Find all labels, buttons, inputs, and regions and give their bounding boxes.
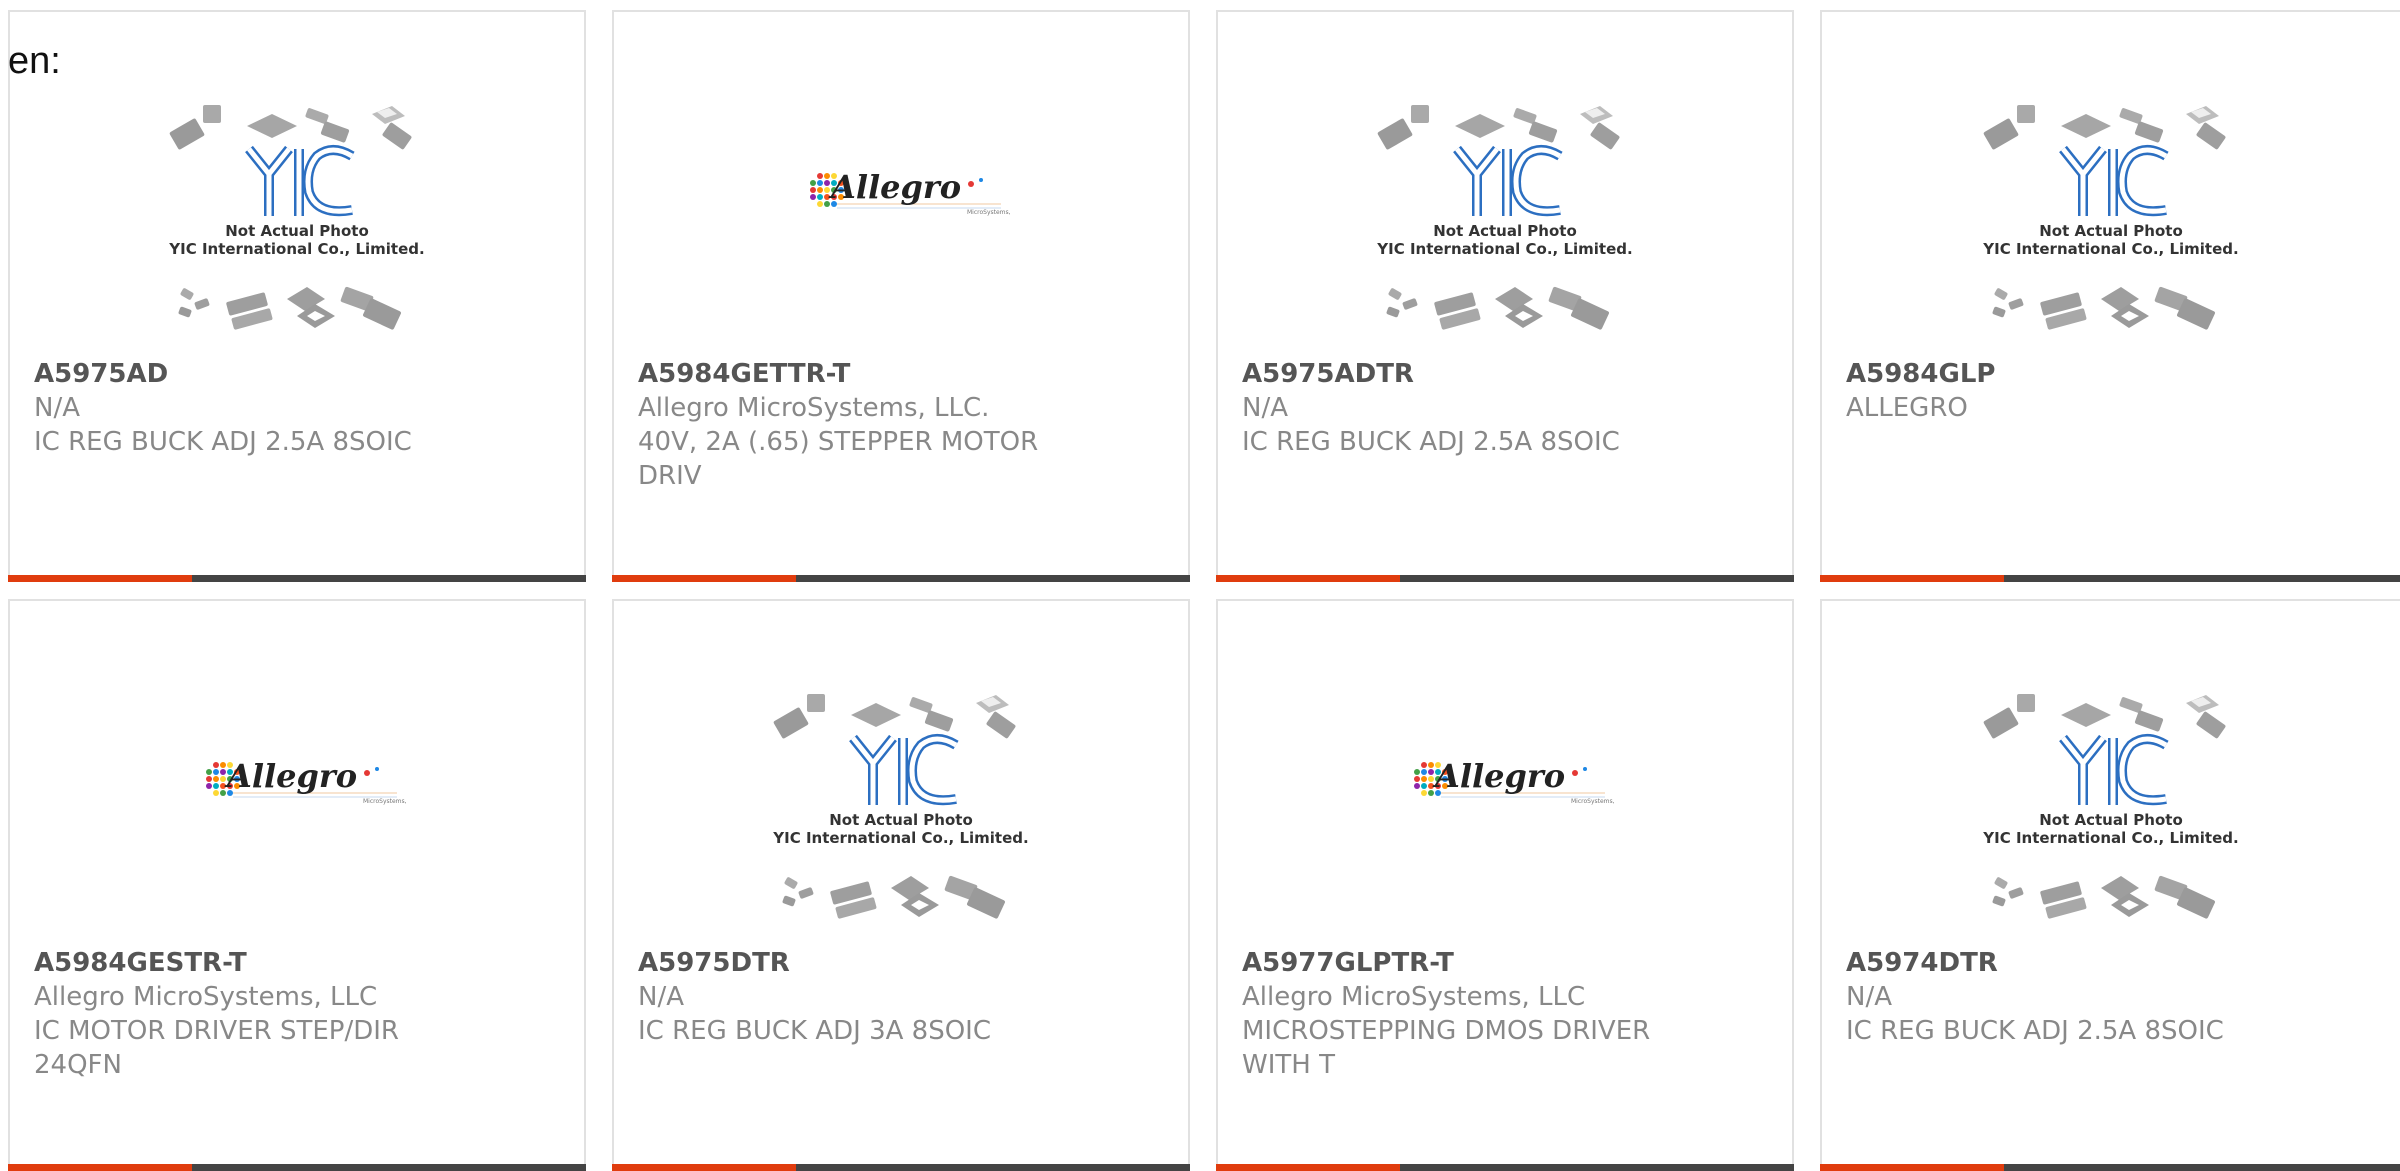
product-card[interactable]: Allegro MicroSystems, LLC A5977GLPTR-T Al… — [1216, 599, 1794, 1171]
ic-package-icons — [169, 105, 412, 150]
part-number-link[interactable]: A5975AD — [34, 357, 454, 391]
language-label: en: — [8, 40, 61, 82]
part-number-link[interactable]: A5975ADTR — [1242, 357, 1662, 391]
product-image[interactable]: Allegro MicroSystems, LLC — [10, 681, 584, 941]
yic-logo-icon — [2059, 145, 2169, 217]
ic-package-icons — [1992, 286, 2215, 330]
manufacturer-text: ALLEGRO — [1846, 393, 1968, 423]
card-accent-bar — [1216, 575, 1400, 582]
card-bottom-bar — [8, 1164, 586, 1171]
svg-text:MicroSystems, LLC: MicroSystems, LLC — [363, 798, 407, 805]
product-image[interactable]: Not Actual Photo YIC International Co., L… — [1218, 92, 1792, 352]
card-accent-bar — [1820, 1164, 2004, 1171]
yic-logo-icon — [1453, 145, 1563, 217]
description-text: IC REG BUCK ADJ 2.5A 8SOIC — [1846, 1016, 2224, 1046]
not-actual-photo-caption: Not Actual Photo — [2039, 222, 2183, 240]
card-accent-bar — [1216, 1164, 1400, 1171]
allegro-logo-icon: Allegro MicroSystems, LLC — [1414, 757, 1615, 805]
svg-text:MicroSystems, LLC: MicroSystems, LLC — [967, 209, 1011, 216]
yic-logo-icon — [2059, 734, 2169, 806]
part-number-link[interactable]: A5977GLPTR-T — [1242, 946, 1662, 980]
ic-package-icons — [1992, 875, 2215, 919]
manufacturer-text: Allegro MicroSystems, LLC. — [638, 393, 990, 423]
product-image[interactable]: Allegro MicroSystems, LLC — [614, 92, 1188, 352]
svg-text:Allegro: Allegro — [1432, 757, 1565, 795]
product-image[interactable]: Allegro MicroSystems, LLC — [1218, 681, 1792, 941]
product-card[interactable]: Not Actual Photo YIC International Co., L… — [612, 599, 1190, 1171]
card-accent-bar — [8, 1164, 192, 1171]
card-bottom-bar — [612, 575, 1190, 582]
allegro-logo-image: Allegro MicroSystems, LLC — [1414, 757, 1615, 805]
ic-package-icons — [773, 694, 1016, 739]
ic-package-icons — [178, 286, 401, 330]
card-bottom-bar — [612, 1164, 1190, 1171]
yic-placeholder-image: Not Actual PhotoYIC International Co., L… — [772, 694, 1029, 919]
not-actual-photo-caption: Not Actual Photo — [225, 222, 369, 240]
card-accent-bar — [612, 1164, 796, 1171]
card-bottom-bar — [1820, 575, 2400, 582]
company-caption: YIC International Co., Limited. — [1982, 829, 2238, 847]
ic-package-icons — [1377, 105, 1620, 150]
description-text: MICROSTEPPING DMOS DRIVER WITH T — [1242, 1016, 1651, 1080]
not-actual-photo-caption: Not Actual Photo — [1433, 222, 1577, 240]
manufacturer-text: N/A — [34, 393, 80, 423]
description-text: IC REG BUCK ADJ 2.5A 8SOIC — [1242, 427, 1620, 457]
card-bottom-bar — [1216, 1164, 1794, 1171]
company-caption: YIC International Co., Limited. — [1982, 240, 2238, 258]
product-image[interactable]: Not Actual Photo YIC International Co., L… — [1822, 92, 2400, 352]
description-text: 40V, 2A (.65) STEPPER MOTOR DRIV — [638, 427, 1039, 491]
not-actual-photo-caption: Not Actual Photo — [829, 811, 973, 829]
allegro-logo-icon: Allegro MicroSystems, LLC — [206, 757, 407, 805]
svg-text:Allegro: Allegro — [224, 757, 357, 795]
product-card[interactable]: Not Actual Photo YIC International Co., L… — [8, 10, 586, 582]
manufacturer-text: N/A — [638, 982, 684, 1012]
yic-placeholder-image: Not Actual PhotoYIC International Co., L… — [1982, 105, 2239, 330]
manufacturer-text: Allegro MicroSystems, LLC — [34, 982, 378, 1012]
yic-placeholder-image: Not Actual PhotoYIC International Co., L… — [1982, 694, 2239, 919]
ic-package-icons — [1983, 694, 2226, 739]
product-card[interactable]: Allegro MicroSystems, LLC A5984GETTR-T Al… — [612, 10, 1190, 582]
description-text: IC MOTOR DRIVER STEP/DIR 24QFN — [34, 1016, 399, 1080]
manufacturer-text: Allegro MicroSystems, LLC — [1242, 982, 1586, 1012]
description-text: IC REG BUCK ADJ 2.5A 8SOIC — [34, 427, 412, 457]
not-actual-photo-caption: Not Actual Photo — [2039, 811, 2183, 829]
product-grid: Not Actual Photo YIC International Co., L… — [0, 0, 2400, 1171]
ic-package-icons — [1983, 105, 2226, 150]
manufacturer-text: N/A — [1242, 393, 1288, 423]
card-accent-bar — [612, 575, 796, 582]
svg-text:MicroSystems, LLC: MicroSystems, LLC — [1571, 798, 1615, 805]
manufacturer-text: N/A — [1846, 982, 1892, 1012]
yic-placeholder-image: Not Actual PhotoYIC International Co., L… — [1376, 105, 1633, 330]
company-caption: YIC International Co., Limited. — [1376, 240, 1632, 258]
product-card[interactable]: Not Actual Photo YIC International Co., L… — [1820, 10, 2400, 582]
description-text: IC REG BUCK ADJ 3A 8SOIC — [638, 1016, 991, 1046]
yic-logo-icon — [245, 145, 355, 217]
company-caption: YIC International Co., Limited. — [168, 240, 424, 258]
product-card[interactable]: Allegro MicroSystems, LLC A5984GESTR-T Al… — [8, 599, 586, 1171]
allegro-logo-image: Allegro MicroSystems, LLC — [810, 168, 1011, 216]
card-bottom-bar — [1820, 1164, 2400, 1171]
allegro-logo-icon: Allegro MicroSystems, LLC — [810, 168, 1011, 216]
card-bottom-bar — [1216, 575, 1794, 582]
part-number-link[interactable]: A5984GLP — [1846, 357, 2270, 391]
part-number-link[interactable]: A5974DTR — [1846, 946, 2270, 980]
ic-package-icons — [1386, 286, 1609, 330]
product-image[interactable]: Not Actual Photo YIC International Co., L… — [1822, 681, 2400, 941]
part-number-link[interactable]: A5984GESTR-T — [34, 946, 454, 980]
product-card[interactable]: Not Actual Photo YIC International Co., L… — [1820, 599, 2400, 1171]
yic-logo-icon — [849, 734, 959, 806]
part-number-link[interactable]: A5975DTR — [638, 946, 1058, 980]
card-bottom-bar — [8, 575, 586, 582]
product-image[interactable]: Not Actual Photo YIC International Co., L… — [10, 92, 584, 352]
card-accent-bar — [8, 575, 192, 582]
product-card[interactable]: Not Actual Photo YIC International Co., L… — [1216, 10, 1794, 582]
part-number-link[interactable]: A5984GETTR-T — [638, 357, 1058, 391]
ic-package-icons — [782, 875, 1005, 919]
allegro-logo-image: Allegro MicroSystems, LLC — [206, 757, 407, 805]
product-image[interactable]: Not Actual Photo YIC International Co., L… — [614, 681, 1188, 941]
svg-text:Allegro: Allegro — [828, 168, 961, 206]
yic-placeholder-image: Not Actual PhotoYIC International Co., L… — [168, 105, 425, 330]
card-accent-bar — [1820, 575, 2004, 582]
company-caption: YIC International Co., Limited. — [772, 829, 1028, 847]
